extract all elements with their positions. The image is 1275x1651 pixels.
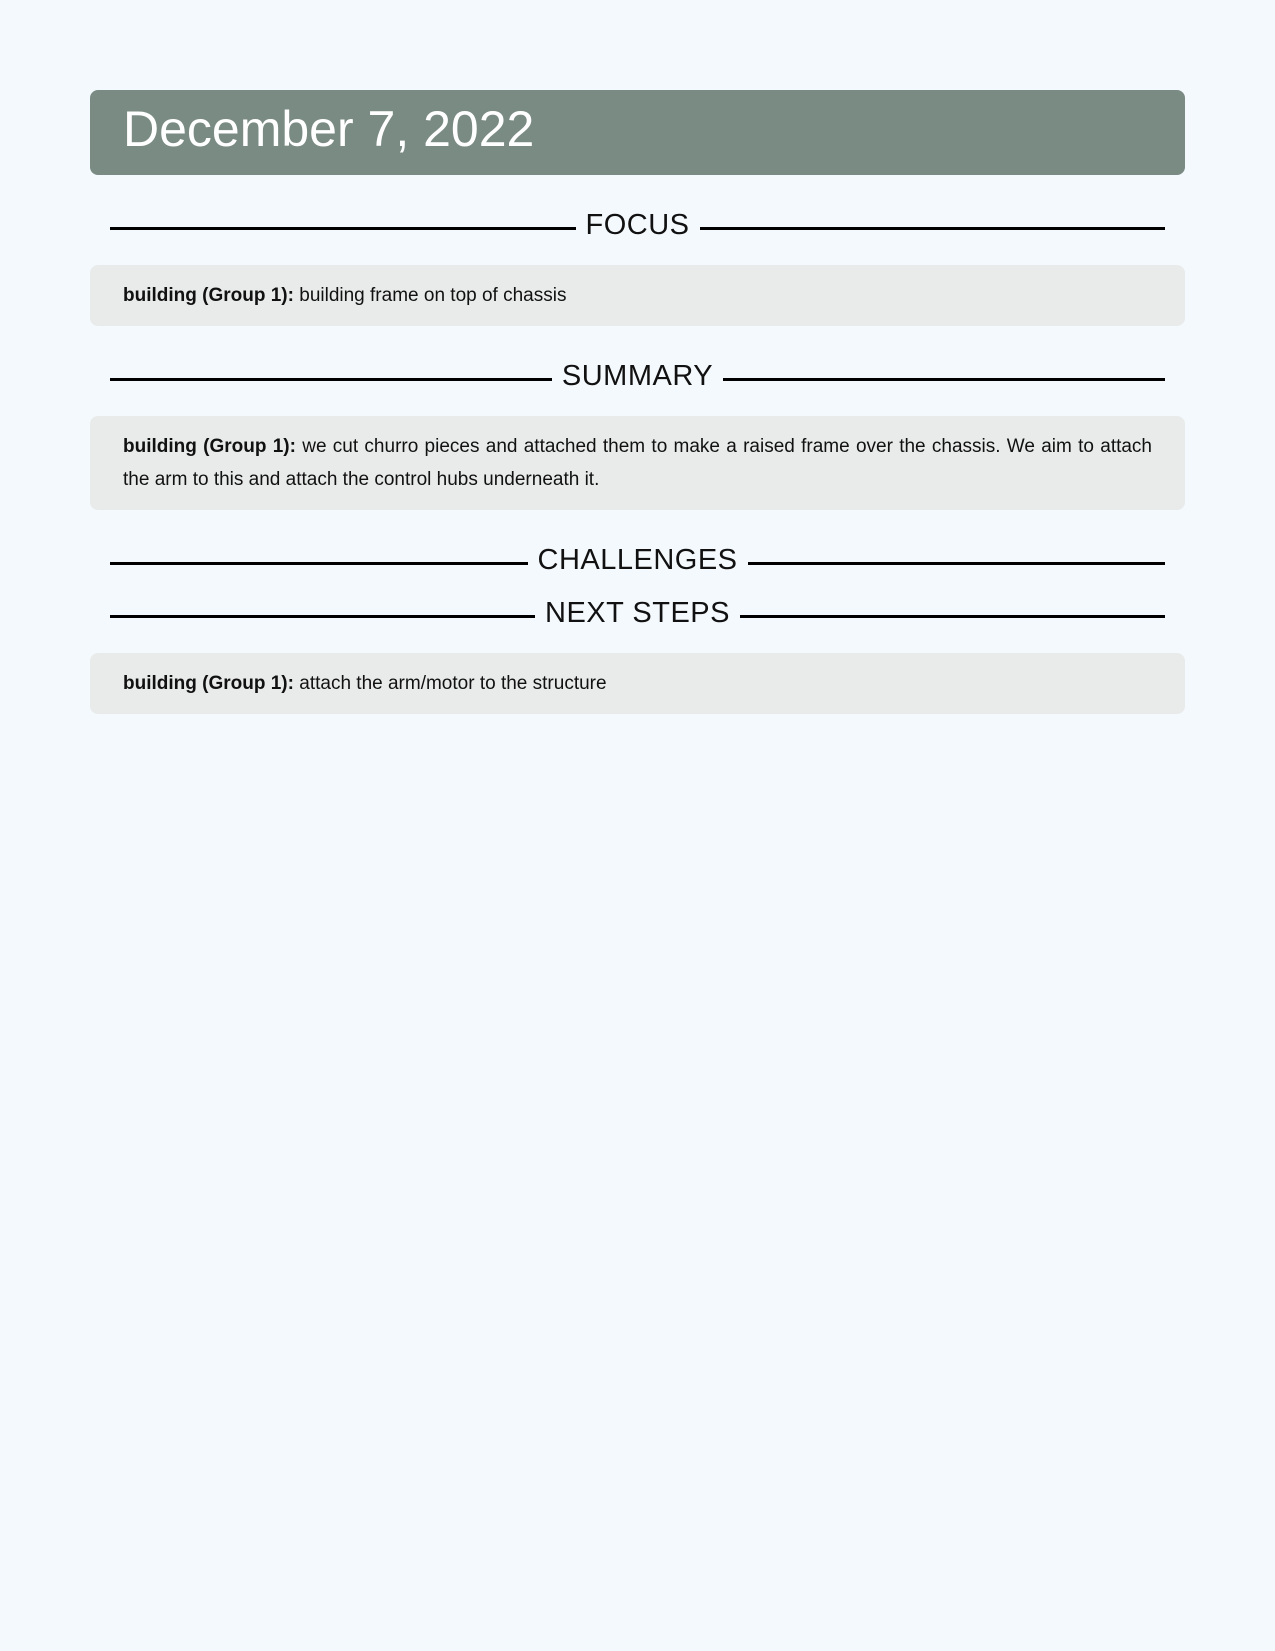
notebook-page: December 7, 2022 FOCUS building (Group 1…	[90, 90, 1185, 714]
next-steps-section-header: NEXT STEPS	[110, 591, 1165, 635]
divider-right	[747, 561, 1166, 565]
divider-left	[110, 226, 576, 230]
entry-text: attach the arm/motor to the structure	[299, 673, 607, 694]
next-steps-entry: building (Group 1): attach the arm/motor…	[90, 653, 1185, 714]
divider-right	[723, 377, 1165, 381]
summary-section-header: SUMMARY	[110, 354, 1165, 398]
challenges-section-header: CHALLENGES	[110, 538, 1166, 582]
focus-section-header: FOCUS	[110, 203, 1165, 247]
entry-text: building frame on top of chassis	[299, 285, 567, 306]
divider-right	[739, 614, 1165, 618]
divider-left	[110, 377, 552, 381]
focus-entry: building (Group 1): building frame on to…	[90, 265, 1185, 326]
divider-left	[110, 561, 528, 565]
summary-entry: building (Group 1): we cut churro pieces…	[90, 416, 1185, 510]
entry-label: building (Group 1):	[123, 436, 296, 457]
focus-title: FOCUS	[585, 208, 690, 241]
entry-label: building (Group 1):	[123, 285, 294, 306]
summary-title: SUMMARY	[561, 359, 714, 392]
challenges-title: CHALLENGES	[537, 543, 738, 576]
divider-left	[110, 614, 536, 618]
page-date: December 7, 2022	[123, 100, 535, 157]
date-banner: December 7, 2022	[90, 90, 1185, 175]
next-steps-title: NEXT STEPS	[545, 596, 730, 629]
entry-label: building (Group 1):	[123, 673, 294, 694]
divider-right	[699, 226, 1165, 230]
